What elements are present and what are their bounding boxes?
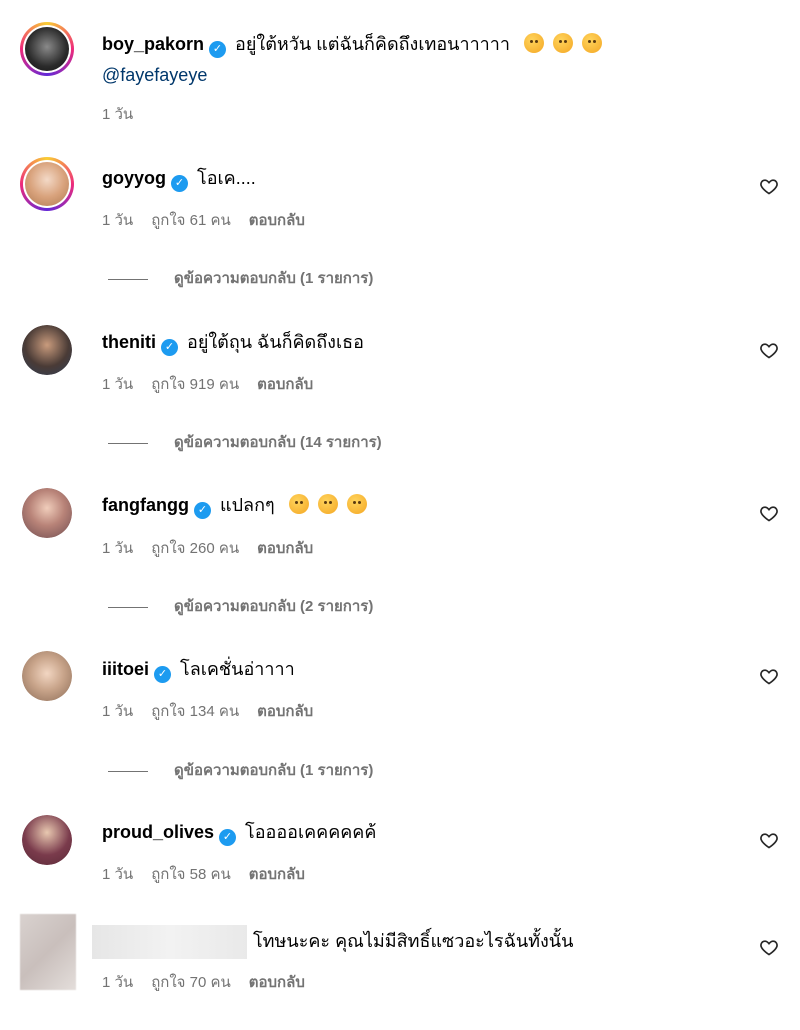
comment-username[interactable]: proud_olives <box>102 822 214 842</box>
comment-time: 1 วัน <box>102 540 134 557</box>
post-author-avatar[interactable] <box>20 22 74 76</box>
heart-outline-icon[interactable] <box>759 666 779 686</box>
reply-button[interactable]: ตอบกลับ <box>249 212 305 229</box>
comment-username[interactable]: goyyog <box>102 168 166 188</box>
post-time: 1 วัน <box>102 106 134 123</box>
verified-badge-icon: ✓ <box>209 41 227 58</box>
reply-button[interactable]: ตอบกลับ <box>257 376 313 393</box>
comment-text: แปลกๆ <box>220 495 275 515</box>
mention-link[interactable]: @fayefayeye <box>102 63 207 87</box>
comment-avatar[interactable] <box>22 815 72 865</box>
heart-outline-icon[interactable] <box>759 830 779 850</box>
view-replies-button[interactable]: ดูข้อความตอบกลับ (14 รายการ) <box>108 430 382 454</box>
reply-button[interactable]: ตอบกลับ <box>249 866 305 883</box>
comment-text: อยู่ใต้ถุน ฉันก็คิดถึงเธอ <box>187 332 364 352</box>
comment-time: 1 วัน <box>102 212 134 229</box>
emoji-icon <box>524 33 545 53</box>
view-replies-label: ดูข้อความตอบกลับ (14 รายการ) <box>174 434 382 451</box>
view-replies-label: ดูข้อความตอบกลับ (2 รายการ) <box>174 598 374 615</box>
comment-username[interactable]: iiitoei <box>102 659 149 679</box>
comment-username[interactable]: theniti <box>102 332 156 352</box>
like-count[interactable]: ถูกใจ 919 คน <box>151 376 239 393</box>
emoji-icon <box>582 33 603 53</box>
view-replies-label: ดูข้อความตอบกลับ (1 รายการ) <box>174 270 374 287</box>
verified-badge-icon: ✓ <box>154 666 172 683</box>
post-text: อยู่ใต้หวัน แต่ฉันก็คิดถึงเทอนาาาาา <box>235 34 511 54</box>
heart-outline-icon[interactable] <box>759 937 779 957</box>
comment-avatar[interactable] <box>22 488 72 538</box>
emoji-icon <box>288 494 309 514</box>
like-count[interactable]: ถูกใจ 61 คน <box>151 212 231 229</box>
comment-text: โอเค.... <box>197 168 256 188</box>
emoji-icon <box>317 494 338 514</box>
view-replies-button[interactable]: ดูข้อความตอบกลับ (1 รายการ) <box>108 266 373 290</box>
like-count[interactable]: ถูกใจ 134 คน <box>151 703 239 720</box>
reply-button[interactable]: ตอบกลับ <box>257 540 313 557</box>
verified-badge-icon: ✓ <box>171 175 189 192</box>
comment-avatar[interactable] <box>22 651 72 701</box>
verified-badge-icon: ✓ <box>219 829 237 846</box>
view-replies-label: ดูข้อความตอบกลับ (1 รายการ) <box>174 762 374 779</box>
heart-outline-icon[interactable] <box>759 176 779 196</box>
emoji-icon <box>346 494 367 514</box>
heart-outline-icon[interactable] <box>759 340 779 360</box>
comment-text: โออออเคคคคคค้ <box>245 822 377 842</box>
comment-time: 1 วัน <box>102 866 134 883</box>
heart-outline-icon[interactable] <box>759 503 779 523</box>
like-count[interactable]: ถูกใจ 70 คน <box>151 974 231 991</box>
reply-button[interactable]: ตอบกลับ <box>249 974 305 991</box>
post-username[interactable]: boy_pakorn <box>102 34 204 54</box>
comment-text: โทษนะคะ คุณไม่มีสิทธิ์แซวอะไรฉันทั้งนั้น <box>253 930 574 951</box>
blurred-avatar[interactable] <box>20 914 76 990</box>
view-replies-button[interactable]: ดูข้อความตอบกลับ (1 รายการ) <box>108 758 373 782</box>
verified-badge-icon: ✓ <box>194 502 211 519</box>
comment-avatar[interactable] <box>22 325 72 375</box>
like-count[interactable]: ถูกใจ 58 คน <box>151 866 231 883</box>
emoji-icon <box>553 33 574 53</box>
comment-username[interactable]: fangfangg <box>102 495 189 515</box>
comment-time: 1 วัน <box>102 703 134 720</box>
comment-text: โลเคชั่นอ่าาาา <box>180 659 295 679</box>
like-count[interactable]: ถูกใจ 260 คน <box>151 540 239 557</box>
comment-avatar[interactable] <box>20 157 74 211</box>
reply-button[interactable]: ตอบกลับ <box>257 703 313 720</box>
view-replies-button[interactable]: ดูข้อความตอบกลับ (2 รายการ) <box>108 594 373 618</box>
comment-time: 1 วัน <box>102 974 134 991</box>
comment-time: 1 วัน <box>102 376 134 393</box>
verified-badge-icon: ✓ <box>161 339 178 356</box>
blurred-username[interactable] <box>92 925 247 959</box>
